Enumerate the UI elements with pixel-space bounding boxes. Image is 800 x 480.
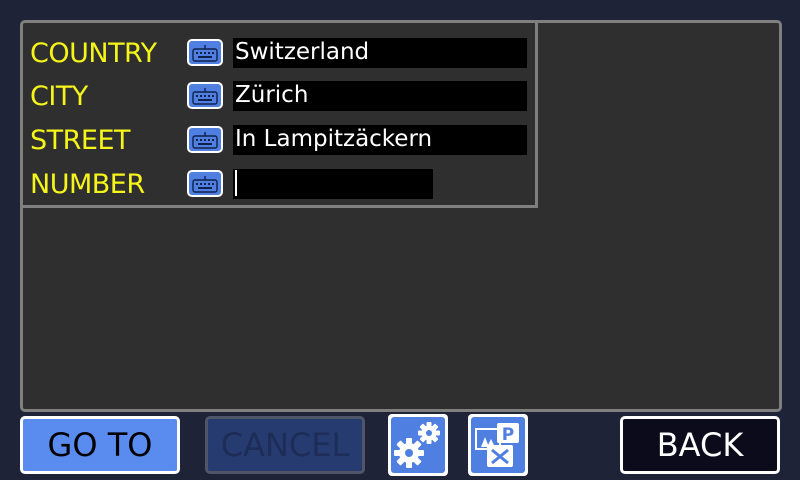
street-label: STREET — [30, 125, 131, 156]
country-row: COUNTRY Switzerland — [23, 34, 535, 74]
keyboard-icon — [192, 175, 218, 193]
number-keyboard-button[interactable] — [187, 170, 223, 197]
keyboard-icon — [192, 44, 218, 62]
settings-button[interactable] — [388, 414, 448, 476]
cancel-button[interactable]: CANCEL — [205, 416, 365, 474]
country-field[interactable]: Switzerland — [233, 38, 527, 68]
number-row: NUMBER — [23, 165, 535, 205]
address-form: COUNTRY Switzerland CITY Zürich STREET I… — [23, 23, 538, 208]
go-to-button[interactable]: GO TO — [20, 416, 180, 474]
back-button[interactable]: BACK — [620, 416, 780, 474]
street-row: STREET In Lampitzäckern — [23, 121, 535, 161]
city-row: CITY Zürich — [23, 77, 535, 117]
main-panel: COUNTRY Switzerland CITY Zürich STREET I… — [20, 20, 782, 412]
city-label: CITY — [30, 81, 88, 112]
city-keyboard-button[interactable] — [187, 82, 223, 109]
svg-text:P: P — [502, 425, 514, 445]
street-keyboard-button[interactable] — [187, 126, 223, 153]
street-field[interactable]: In Lampitzäckern — [233, 125, 527, 155]
gears-icon — [391, 417, 445, 473]
keyboard-icon — [192, 87, 218, 105]
keyboard-icon — [192, 131, 218, 149]
number-field[interactable] — [233, 169, 433, 199]
poi-button[interactable]: P — [468, 414, 528, 476]
country-label: COUNTRY — [30, 38, 157, 69]
country-keyboard-button[interactable] — [187, 39, 223, 66]
number-label: NUMBER — [30, 169, 145, 200]
city-field[interactable]: Zürich — [233, 81, 527, 111]
text-caret — [235, 170, 237, 196]
poi-parking-icon: P — [471, 417, 525, 473]
